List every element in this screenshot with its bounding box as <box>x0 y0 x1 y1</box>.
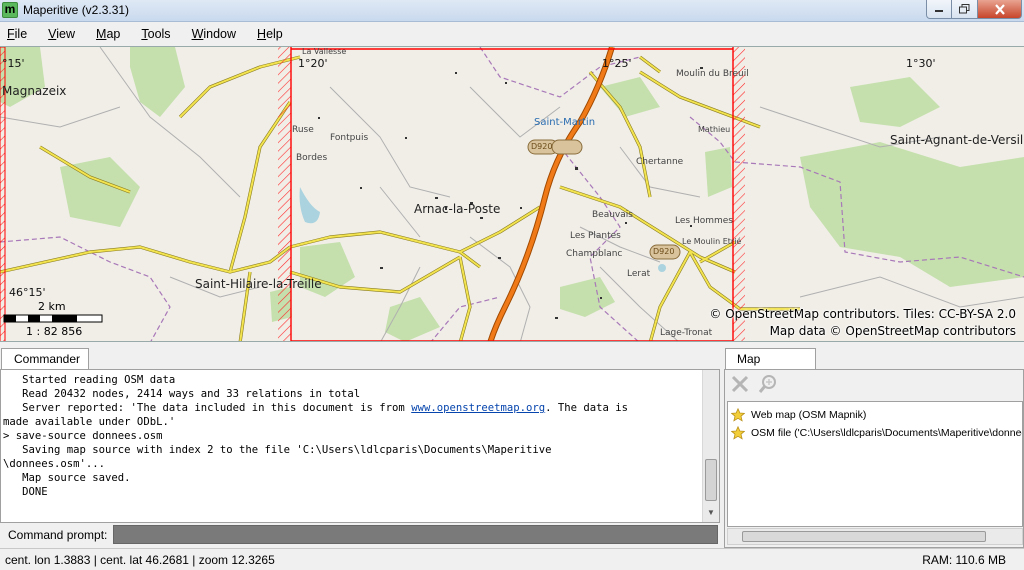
grid-label-lon: °15' <box>2 57 25 70</box>
command-prompt-input[interactable] <box>113 525 718 544</box>
grid-label-lat: 46°15' <box>9 286 46 299</box>
window-controls <box>926 0 1022 19</box>
map-sources-list: Web map (OSM Mapnik) OSM file ('C:\Users… <box>727 401 1023 527</box>
scrollbar-thumb[interactable] <box>705 459 717 501</box>
maximize-button[interactable] <box>952 0 978 19</box>
road-shield-label: D920 <box>653 247 675 256</box>
sources-scrollbar[interactable] <box>727 528 1023 545</box>
close-button[interactable] <box>978 0 1022 19</box>
app-icon: m <box>2 2 18 18</box>
menu-tools[interactable]: Tools <box>141 27 170 41</box>
source-label: Web map (OSM Mapnik) <box>751 409 867 421</box>
place-label: Beauvais <box>592 210 633 220</box>
console-output: Started reading OSM data Read 20432 node… <box>3 374 629 498</box>
place-label: Saint-Martin <box>534 117 596 128</box>
place-label: Les Hommes <box>675 216 733 226</box>
menu-view[interactable]: View <box>48 27 75 41</box>
list-item[interactable]: OSM file ('C:\Users\ldlcparis\Documents\… <box>731 425 1023 441</box>
menu-file[interactable]: File <box>7 27 27 41</box>
grid-label-lon: 1°20' <box>298 57 328 70</box>
minimize-icon <box>935 10 943 12</box>
source-label: OSM file ('C:\Users\ldlcparis\Documents\… <box>751 427 1023 439</box>
restore-icon <box>959 4 970 14</box>
console-scrollbar[interactable]: ▼ <box>702 370 719 522</box>
map-sources-panel: Web map (OSM Mapnik) OSM file ('C:\Users… <box>724 369 1024 548</box>
close-icon <box>994 3 1005 15</box>
place-label: Mathieu <box>698 125 731 134</box>
tab-map-sources[interactable]: Map Sources <box>725 348 816 386</box>
menu-bar: File View Map Tools Window Help <box>0 22 1024 46</box>
place-label: Fontpuis <box>330 133 369 143</box>
zoom-to-source-icon[interactable] <box>757 373 779 395</box>
place-label: Lage-Tronat <box>660 328 713 338</box>
status-coordinates: cent. lon 1.3883 | cent. lat 46.2681 | z… <box>5 553 275 567</box>
menu-map[interactable]: Map <box>96 27 120 41</box>
place-label: Lerat <box>627 269 651 279</box>
place-label: Les Plantes <box>570 231 621 241</box>
place-label: Chertanne <box>636 157 684 167</box>
road-shield-label: D920 <box>531 142 553 151</box>
scale-bar <box>3 314 103 323</box>
lower-panels: Commander Map Sources Started reading OS… <box>0 343 1024 548</box>
remove-source-icon[interactable] <box>729 373 751 395</box>
scale-distance: 2 km <box>38 300 66 313</box>
list-item[interactable]: Web map (OSM Mapnik) <box>731 407 866 423</box>
minimize-button[interactable] <box>926 0 952 19</box>
star-icon <box>731 426 745 440</box>
tab-commander[interactable]: Commander <box>1 348 89 369</box>
status-bar: cent. lon 1.3883 | cent. lat 46.2681 | z… <box>0 548 1024 570</box>
place-label: Magnazeix <box>2 84 67 98</box>
maperitive-window: m Maperitive (v2.3.31) File View Map Too… <box>0 0 1024 570</box>
command-prompt-label: Command prompt: <box>8 528 108 542</box>
scroll-down-icon[interactable]: ▼ <box>707 508 715 517</box>
place-label: Saint-Hilaire-la-Treille <box>195 277 322 291</box>
place-label: Arnac-la-Poste <box>414 202 501 216</box>
status-ram: RAM: 110.6 MB <box>922 553 1006 567</box>
star-icon <box>731 408 745 422</box>
menu-help[interactable]: Help <box>257 27 283 41</box>
scale-ratio: 1 : 82 856 <box>26 325 83 338</box>
title-bar: m Maperitive (v2.3.31) <box>0 0 1024 22</box>
grid-label-lon: 1°30' <box>906 57 936 70</box>
place-label: Bordes <box>296 153 328 163</box>
map-view[interactable]: °15' 1°20' 1°25' 1°30' 46°15' Magnazeix … <box>0 46 1024 342</box>
place-label: Ruse <box>292 125 314 135</box>
place-label: La Vallesse <box>302 47 347 56</box>
window-title: Maperitive (v2.3.31) <box>23 3 130 17</box>
place-label: Le Moulin Etrié <box>682 237 742 246</box>
place-label: Saint-Agnant-de-Versil <box>890 133 1024 147</box>
map-sources-toolbar <box>727 372 779 396</box>
map-canvas <box>0 47 1024 341</box>
commander-console[interactable]: Started reading OSM data Read 20432 node… <box>0 369 720 523</box>
menu-window[interactable]: Window <box>192 27 236 41</box>
attribution-data: Map data © OpenStreetMap contributors <box>769 324 1016 338</box>
scrollbar-thumb[interactable] <box>742 531 986 542</box>
place-label: Champblanc <box>566 249 623 259</box>
osm-link[interactable]: www.openstreetmap.org <box>411 402 545 414</box>
place-label: Moulin du Breuil <box>676 69 749 79</box>
grid-label-lon: 1°25' <box>602 57 632 70</box>
attribution-tiles: © OpenStreetMap contributors. Tiles: CC-… <box>709 307 1016 321</box>
